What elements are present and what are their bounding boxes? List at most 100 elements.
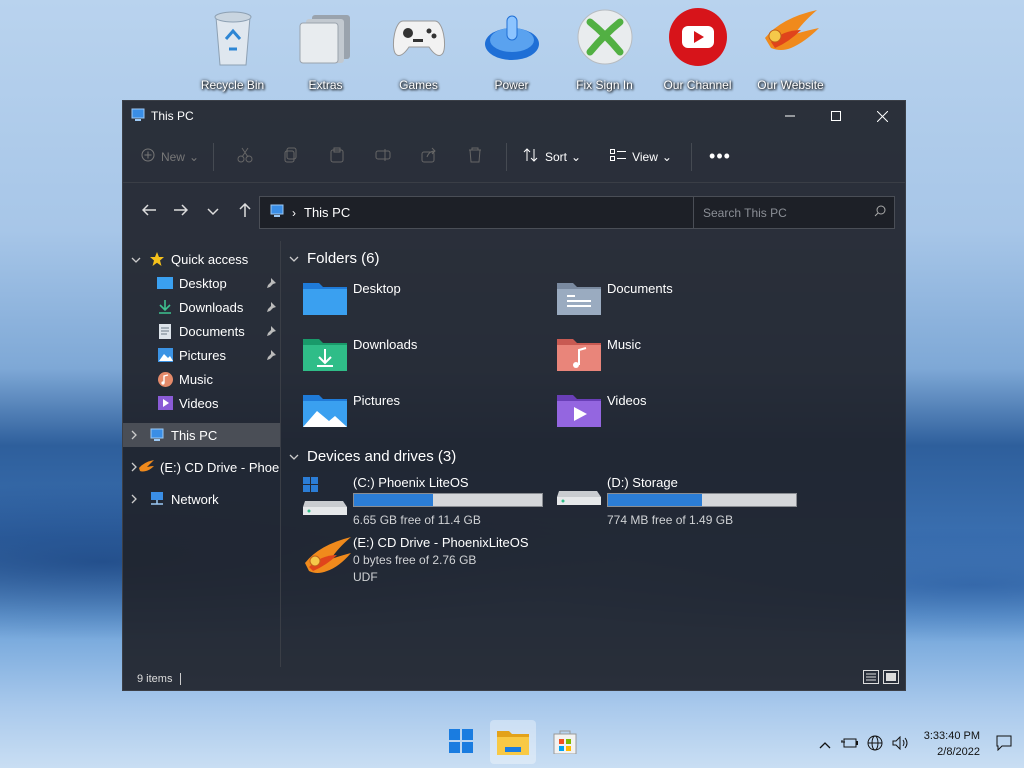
share-button[interactable] [406,141,452,173]
sidebar-item-network[interactable]: Network [123,487,280,511]
sidebar-item-cd-drive[interactable]: (E:) CD Drive - PhoenixLiteOS [123,455,280,479]
sidebar-item-documents[interactable]: Documents [123,319,280,343]
rename-button[interactable] [360,141,406,173]
cut-button[interactable] [222,141,268,173]
recent-locations-button[interactable] [197,195,229,227]
folder-documents[interactable]: Documents [557,275,811,327]
chevron-down-icon [131,252,149,267]
copy-icon [283,147,299,166]
more-options-button[interactable]: ••• [700,141,740,173]
desktop-icon-our-website[interactable]: Our Website [744,6,837,92]
view-button[interactable]: View ⌄ [599,141,683,173]
pin-icon[interactable] [266,348,276,363]
download-icon [157,299,173,315]
file-explorer-window: This PC New ⌄ Sort ⌄ View ⌄ ••• › This P… [122,100,906,691]
videos-folder-icon [557,391,601,427]
sort-icon [523,148,539,165]
delete-button[interactable] [452,141,498,173]
desktop-icon-recycle-bin[interactable]: Recycle Bin [186,6,279,92]
battery-plug-icon[interactable] [840,736,858,753]
rename-icon [375,147,391,166]
details-view-button[interactable] [863,670,879,687]
sidebar-item-downloads[interactable]: Downloads [123,295,280,319]
drive-e[interactable]: (E:) CD Drive - PhoenixLiteOS 0 bytes fr… [303,533,557,597]
drive-c[interactable]: (C:) Phoenix LiteOS 6.65 GB free of 11.4… [303,473,557,533]
close-button[interactable] [859,101,905,131]
extras-folder-icon [295,6,357,68]
search-icon [874,205,886,220]
pin-icon[interactable] [266,324,276,339]
more-dots-icon: ••• [709,146,731,166]
start-button[interactable] [438,720,484,764]
chevron-up-icon[interactable] [819,737,831,752]
drives-grid: (C:) Phoenix LiteOS 6.65 GB free of 11.4… [303,473,901,597]
desktop-icons: Recycle Bin Extras Games Power Fix Sign … [186,6,837,92]
sort-button[interactable]: Sort ⌄ [515,141,589,173]
chevron-down-icon: ⌄ [570,149,582,164]
taskbar-file-explorer[interactable] [490,720,536,764]
maximize-button[interactable] [813,101,859,131]
desktop-icon-power[interactable]: Power [465,6,558,92]
back-button[interactable] [133,195,165,227]
notification-icon[interactable] [996,735,1012,754]
chevron-right-icon: › [292,205,296,220]
folder-music[interactable]: Music [557,331,811,383]
sidebar-item-desktop[interactable]: Desktop [123,271,280,295]
phoenix-icon [760,6,822,68]
music-icon [157,371,173,387]
desktop-icon-fix-sign-in[interactable]: Fix Sign In [558,6,651,92]
desktop-icon-extras[interactable]: Extras [279,6,372,92]
drive-name: (D:) Storage [607,475,678,490]
sidebar-item-this-pc[interactable]: This PC [123,423,280,447]
speaker-icon[interactable] [892,735,910,753]
folder-desktop[interactable]: Desktop [303,275,557,327]
forward-button[interactable] [165,195,197,227]
sidebar-item-pictures[interactable]: Pictures [123,343,280,367]
taskbar-store[interactable] [542,720,588,764]
copy-button[interactable] [268,141,314,173]
desktop-icon-our-channel[interactable]: Our Channel [651,6,744,92]
desktop-icon-label: Recycle Bin [200,78,265,92]
search-input[interactable]: Search This PC [693,196,895,229]
large-icons-view-button[interactable] [883,670,899,687]
minimize-button[interactable] [767,101,813,131]
new-button[interactable]: New ⌄ [135,141,205,173]
globe-icon[interactable] [867,735,883,754]
gamepad-icon [388,6,450,68]
xbox-icon [574,6,636,68]
sidebar-item-label: Desktop [179,275,227,291]
drive-name: (C:) Phoenix LiteOS [353,475,469,490]
pin-icon[interactable] [266,276,276,291]
desktop-icon-label: Extras [308,78,343,92]
music-folder-icon [557,335,601,371]
view-label: View [632,149,658,164]
new-label: New [160,149,185,164]
clock[interactable]: 3:33:40 PM 2/8/2022 [924,728,980,760]
desktop-icon-games[interactable]: Games [372,6,465,92]
title-bar[interactable]: This PC [123,101,905,131]
taskbar: 3:33:40 PM 2/8/2022 [0,720,1024,768]
drives-header-label: Devices and drives (3) [307,447,457,465]
desktop-icon-label: Power [494,78,529,92]
windows-logo-icon [449,728,473,756]
sidebar-item-quick-access[interactable]: Quick access [123,247,280,271]
phoenix-icon [303,537,351,577]
up-button[interactable] [229,195,261,227]
pin-icon[interactable] [266,300,276,315]
paste-button[interactable] [314,141,360,173]
sidebar-item-music[interactable]: Music [123,367,280,391]
clock-date: 2/8/2022 [937,746,980,758]
folder-videos[interactable]: Videos [557,387,811,439]
drive-d[interactable]: (D:) Storage 774 MB free of 1.49 GB [557,473,811,533]
drives-section-header[interactable]: Devices and drives (3) [289,439,901,473]
folder-pictures[interactable]: Pictures [303,387,557,439]
item-count: 9 items [137,672,173,685]
youtube-icon [667,6,729,68]
folder-name: Desktop [353,281,401,296]
folders-section-header[interactable]: Folders (6) [289,241,901,275]
trash-icon [467,147,483,166]
sidebar-item-label: Music [179,371,213,387]
chevron-down-icon [207,204,219,219]
sidebar-item-videos[interactable]: Videos [123,391,280,415]
folder-downloads[interactable]: Downloads [303,331,557,383]
